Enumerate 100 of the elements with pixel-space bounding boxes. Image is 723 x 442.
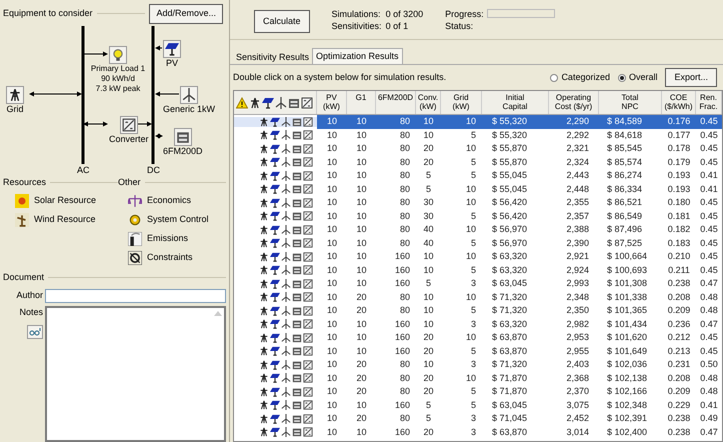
result-row[interactable]: 10 20 80 20 5 $ 71,870 2,370 $ 102,166 0.209 0.48 bbox=[234, 385, 722, 398]
column-header[interactable]: Conv. (kW) bbox=[416, 91, 441, 114]
progress-label: Progress: bbox=[445, 8, 484, 20]
table-cell-text: 10 bbox=[326, 236, 338, 250]
result-row[interactable]: 10 20 80 20 10 $ 71,870 2,368 $ 102,138 0.208 0.48 bbox=[234, 372, 722, 385]
table-cell-text: 10 bbox=[326, 318, 338, 330]
result-row[interactable]: 10 10 80 30 10 $ 56,420 2,355 $ 86,521 0.180 0.45 bbox=[234, 196, 722, 210]
settings-link[interactable]: Constraints bbox=[128, 251, 226, 265]
result-row[interactable]: 10 10 160 20 10 $ 63,870 2,953 $ 101,620 0.212 0.45 bbox=[234, 331, 722, 344]
table-cell-text: 160 bbox=[394, 264, 411, 276]
wind-turbine-icon bbox=[281, 265, 291, 276]
result-row[interactable]: 10 10 80 20 10 $ 55,870 2,321 $ 85,545 0.178 0.45 bbox=[234, 142, 722, 156]
result-row[interactable]: 10 20 80 10 5 $ 71,320 2,350 $ 101,365 0.209 0.48 bbox=[234, 304, 722, 318]
component-button[interactable] bbox=[163, 40, 181, 58]
wind-turbine-icon bbox=[281, 144, 291, 154]
tower-icon bbox=[259, 386, 269, 397]
column-header[interactable]: PV (kW) bbox=[317, 91, 347, 114]
battery-icon bbox=[292, 306, 302, 316]
table-cell-text: 10 bbox=[464, 196, 477, 209]
table-cell-text: 10 bbox=[355, 128, 368, 142]
component-label: Grid bbox=[6, 104, 24, 114]
component-button[interactable] bbox=[6, 86, 24, 104]
result-row[interactable]: 10 10 80 40 10 $ 56,970 2,388 $ 87,496 0.182 0.45 bbox=[234, 223, 722, 236]
table-cell-text: 80 bbox=[398, 358, 411, 371]
settings-link[interactable]: Emissions bbox=[128, 232, 226, 246]
component-button[interactable] bbox=[109, 46, 127, 64]
column-header[interactable]: Initial Capital bbox=[482, 91, 549, 114]
result-row[interactable]: 10 10 80 5 10 $ 55,045 2,448 $ 86,334 0.193 0.41 bbox=[234, 182, 722, 196]
table-cell-text: 0.47 bbox=[699, 277, 719, 290]
result-row[interactable]: 10 10 80 20 5 $ 55,870 2,324 $ 85,574 0.179 0.45 bbox=[234, 156, 722, 169]
table-cell-text: 20 bbox=[422, 331, 434, 344]
column-header[interactable]: COE ($/kWh) bbox=[662, 91, 696, 114]
view-radio[interactable]: Overall bbox=[618, 70, 658, 84]
battery-icon bbox=[292, 211, 302, 222]
table-cell-text: 5 bbox=[470, 398, 477, 412]
component-button[interactable] bbox=[174, 128, 192, 146]
sensitivities-value: 0 of 1 bbox=[386, 20, 410, 32]
component-button[interactable] bbox=[180, 86, 198, 104]
table-cell-text: 0.41 bbox=[699, 398, 719, 412]
table-cell-text: 30 bbox=[422, 210, 434, 222]
tower-icon bbox=[259, 224, 269, 235]
component-button[interactable] bbox=[120, 116, 138, 134]
result-row[interactable]: 10 10 160 20 5 $ 63,870 2,955 $ 101,649 0.213 0.45 bbox=[234, 344, 722, 358]
battery-icon bbox=[292, 170, 302, 181]
table-cell-text: $ 55,320 bbox=[491, 128, 528, 142]
settings-link[interactable]: Economics bbox=[128, 194, 226, 208]
table-cell-text: 20 bbox=[355, 304, 368, 317]
battery-icon bbox=[292, 224, 302, 235]
table-cell-text: 3,014 bbox=[565, 426, 590, 438]
table-cell-text: 2,321 bbox=[565, 142, 590, 155]
results-tab[interactable]: Optimization Results bbox=[312, 48, 403, 64]
author-field[interactable] bbox=[45, 288, 226, 302]
table-cell-text: 10 bbox=[326, 250, 338, 263]
result-row[interactable]: 10 10 160 10 3 $ 63,320 2,982 $ 101,434 0.236 0.47 bbox=[234, 318, 722, 331]
result-row[interactable]: 10 10 80 30 5 $ 56,420 2,357 $ 86,549 0.181 0.45 bbox=[234, 210, 722, 223]
converter-icon bbox=[122, 118, 136, 132]
wind-turbine-icon bbox=[281, 238, 291, 248]
notes-field[interactable] bbox=[45, 306, 226, 442]
export-button[interactable]: Export... bbox=[665, 68, 717, 88]
resource-link[interactable]: Wind Resource bbox=[15, 213, 118, 227]
table-cell-text: 10 bbox=[355, 426, 368, 438]
add-remove-button[interactable]: Add/Remove... bbox=[149, 4, 223, 24]
table-cell-text: $ 85,545 bbox=[606, 142, 644, 155]
resource-link[interactable]: Solar Resource bbox=[15, 194, 118, 208]
column-header[interactable]: G1 bbox=[347, 91, 376, 114]
result-row[interactable]: 10 10 80 10 5 $ 55,320 2,292 $ 84,618 0.177 0.45 bbox=[234, 128, 722, 142]
column-header[interactable]: Operating Cost ($/yr) bbox=[549, 91, 599, 114]
table-cell-text: 10 bbox=[326, 385, 338, 398]
column-header[interactable]: Total NPC bbox=[599, 91, 662, 114]
table-cell-text: 10 bbox=[464, 331, 477, 344]
result-row[interactable]: 10 10 160 5 5 $ 63,045 3,075 $ 102,348 0.229 0.41 bbox=[234, 398, 722, 412]
converter-icon bbox=[301, 96, 313, 108]
table-cell-text: 10 bbox=[355, 182, 368, 196]
status-label: Status: bbox=[445, 20, 474, 32]
result-row[interactable]: 10 20 80 5 3 $ 71,045 2,452 $ 102,391 0.238 0.49 bbox=[234, 412, 722, 426]
calculate-button[interactable]: Calculate bbox=[254, 10, 310, 34]
converter-icon bbox=[303, 292, 313, 302]
solar-panel-icon bbox=[262, 96, 274, 108]
settings-link[interactable]: System Control bbox=[128, 213, 226, 227]
result-row[interactable]: 10 10 160 5 3 $ 63,045 2,993 $ 101,308 0.238 0.47 bbox=[234, 277, 722, 290]
results-tab[interactable]: Sensitivity Results bbox=[233, 51, 312, 64]
result-row[interactable]: 10 10 160 10 10 $ 63,320 2,921 $ 100,664 0.210 0.45 bbox=[234, 250, 722, 264]
result-row[interactable]: 10 20 80 10 10 $ 71,320 2,348 $ 101,338 0.208 0.48 bbox=[234, 290, 722, 304]
column-header[interactable]: Grid (kW) bbox=[441, 91, 482, 114]
result-row[interactable]: 10 10 160 10 5 $ 63,320 2,924 $ 100,693 0.211 0.45 bbox=[234, 264, 722, 277]
table-cell-text: 80 bbox=[398, 290, 411, 304]
converter-icon bbox=[303, 184, 313, 194]
table-cell-text: 0.45 bbox=[699, 142, 719, 155]
result-row[interactable]: 10 10 160 20 3 $ 63,870 3,014 $ 102,400 0.238 0.47 bbox=[234, 426, 722, 439]
result-row[interactable]: 10 10 80 40 5 $ 56,970 2,390 $ 87,525 0.183 0.45 bbox=[234, 236, 722, 250]
result-row[interactable]: 10 20 80 10 3 $ 71,320 2,403 $ 102,036 0.231 0.50 bbox=[234, 358, 722, 372]
field-label: Notes bbox=[19, 306, 43, 318]
table-cell-text: 10 bbox=[355, 210, 368, 222]
result-row[interactable]: 10 10 80 5 5 $ 55,045 2,443 $ 86,274 0.193 0.41 bbox=[234, 169, 722, 182]
column-header[interactable]: 6FM200D bbox=[376, 91, 416, 114]
column-header[interactable]: Ren. Frac. bbox=[696, 91, 722, 114]
table-cell-text: 2,390 bbox=[565, 236, 590, 250]
view-radio[interactable]: Categorized bbox=[550, 70, 610, 84]
battery-icon bbox=[292, 238, 302, 248]
converter-icon bbox=[303, 332, 313, 343]
